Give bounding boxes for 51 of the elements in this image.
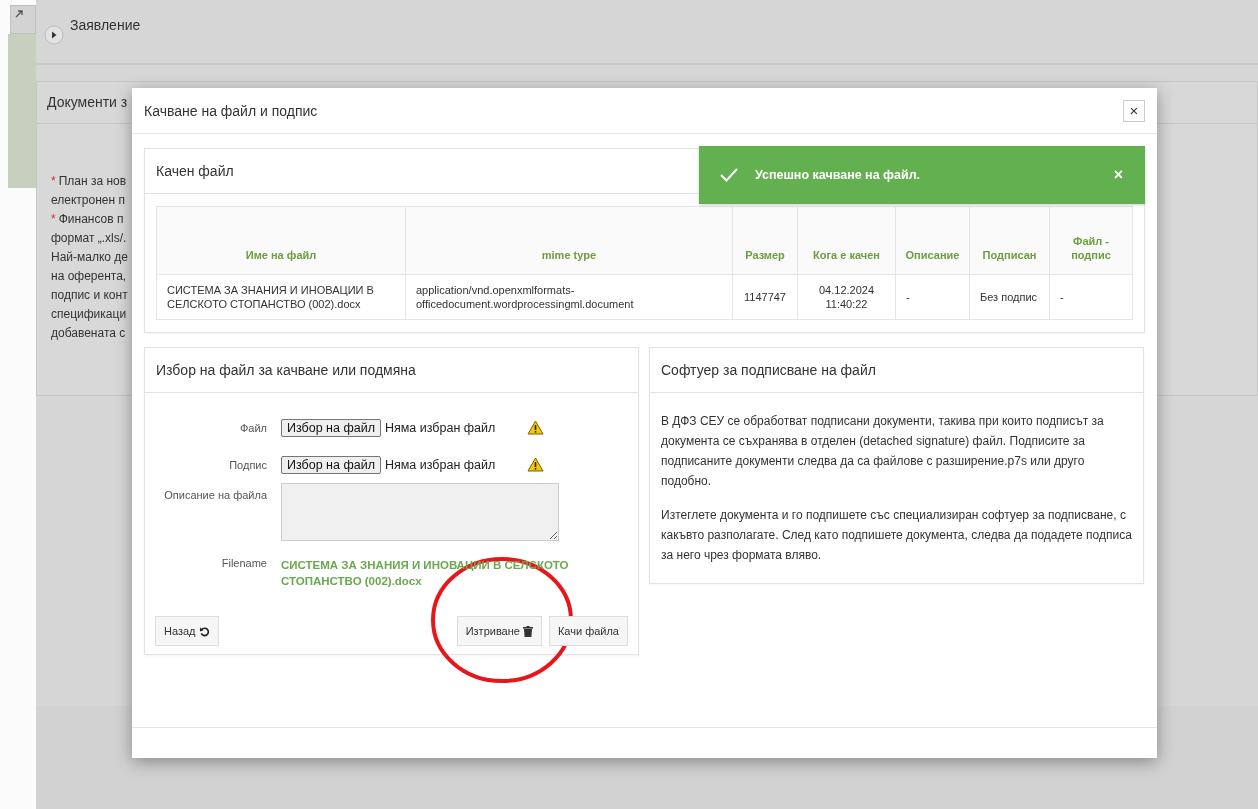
document-text: формат „.xls/. (51, 231, 127, 245)
column-header: Описание (895, 206, 970, 275)
info-paragraph: Изтеглете документа и го подпишете със специализиран софтуер за подписване, с какъвто разполагате. След като подпишете документа, следва да подадете подписа за него чрез формата вляво. (661, 507, 1132, 564)
panel-title: Софтуер за подписване на файл (661, 362, 876, 378)
panel-title: Документи з (47, 94, 128, 110)
column-header: Подписан (969, 206, 1050, 275)
column-header: Кога е качен (797, 206, 896, 275)
file-status: Няма избран файл (384, 420, 497, 435)
document-text: на оферента, (51, 269, 127, 283)
document-text: спецификаци (51, 307, 127, 321)
field-label: Файл (238, 421, 267, 434)
required-mark: * (51, 212, 56, 226)
expand-icon[interactable] (44, 25, 64, 45)
document-text: Финансов п (58, 212, 124, 226)
file-status: Няма избран файл (384, 457, 497, 472)
field-label: Описание на файла (163, 489, 267, 501)
table-cell: application/vnd.openxmlformats-officedocument.wordprocessingml.document (405, 274, 733, 320)
check-icon (719, 167, 739, 183)
column-header: Име на файл (156, 206, 406, 275)
description-field[interactable] (281, 483, 559, 541)
table-cell: 1147747 (732, 274, 798, 320)
delete-button[interactable]: Изтриване (456, 616, 542, 646)
dialog-title: Качване на файл и подпис (144, 102, 318, 119)
table-cell: - (1049, 274, 1133, 320)
column-header: mime type (405, 206, 733, 275)
section-title: Заявление (70, 17, 141, 33)
panel-title: Качен файл (156, 163, 234, 179)
choose-file-button[interactable]: Избор на файл (281, 418, 381, 437)
document-text: Най-малко де (51, 250, 129, 264)
document-text: План за нов (58, 174, 127, 188)
column-header: Размер (732, 206, 798, 275)
upload-button[interactable]: Качи файла (548, 616, 628, 646)
panel-title: Избор на файл за качване или подмяна (156, 362, 416, 378)
document-text: добавената с (51, 326, 126, 340)
toast-message: Успешно качване на файл. (755, 168, 922, 182)
table-cell: СИСТЕМА ЗА ЗНАНИЯ И ИНОВАЦИИ В СЕЛСКОТО СТОПАНСТВО (002).docx (156, 274, 406, 320)
table-cell: Без подпис (969, 274, 1050, 320)
document-text: електронен п (51, 193, 125, 207)
close-button[interactable]: × (1123, 99, 1145, 122)
document-text: подпис и конт (51, 288, 128, 302)
trash-icon (522, 625, 533, 637)
choose-file-button[interactable]: Избор на файл (281, 455, 381, 474)
undo-icon (198, 625, 210, 637)
field-label: Подпис (228, 458, 267, 471)
table-cell: - (895, 274, 970, 320)
info-paragraph: В ДФЗ СЕУ се обработват подписани документи, такива при които подписът за документа се съхранява в отделен (detached signature) файл. Подписите за подписаните документи следва да са файлове с разширение.p7s или друго подобно. (661, 413, 1105, 490)
field-label: Filename (220, 557, 267, 569)
table-cell: 04.12.2024 11:40:22 (797, 274, 896, 320)
column-header: Файл - подпис (1049, 206, 1133, 275)
required-mark: * (51, 174, 56, 188)
back-button[interactable]: Назад (155, 616, 219, 646)
